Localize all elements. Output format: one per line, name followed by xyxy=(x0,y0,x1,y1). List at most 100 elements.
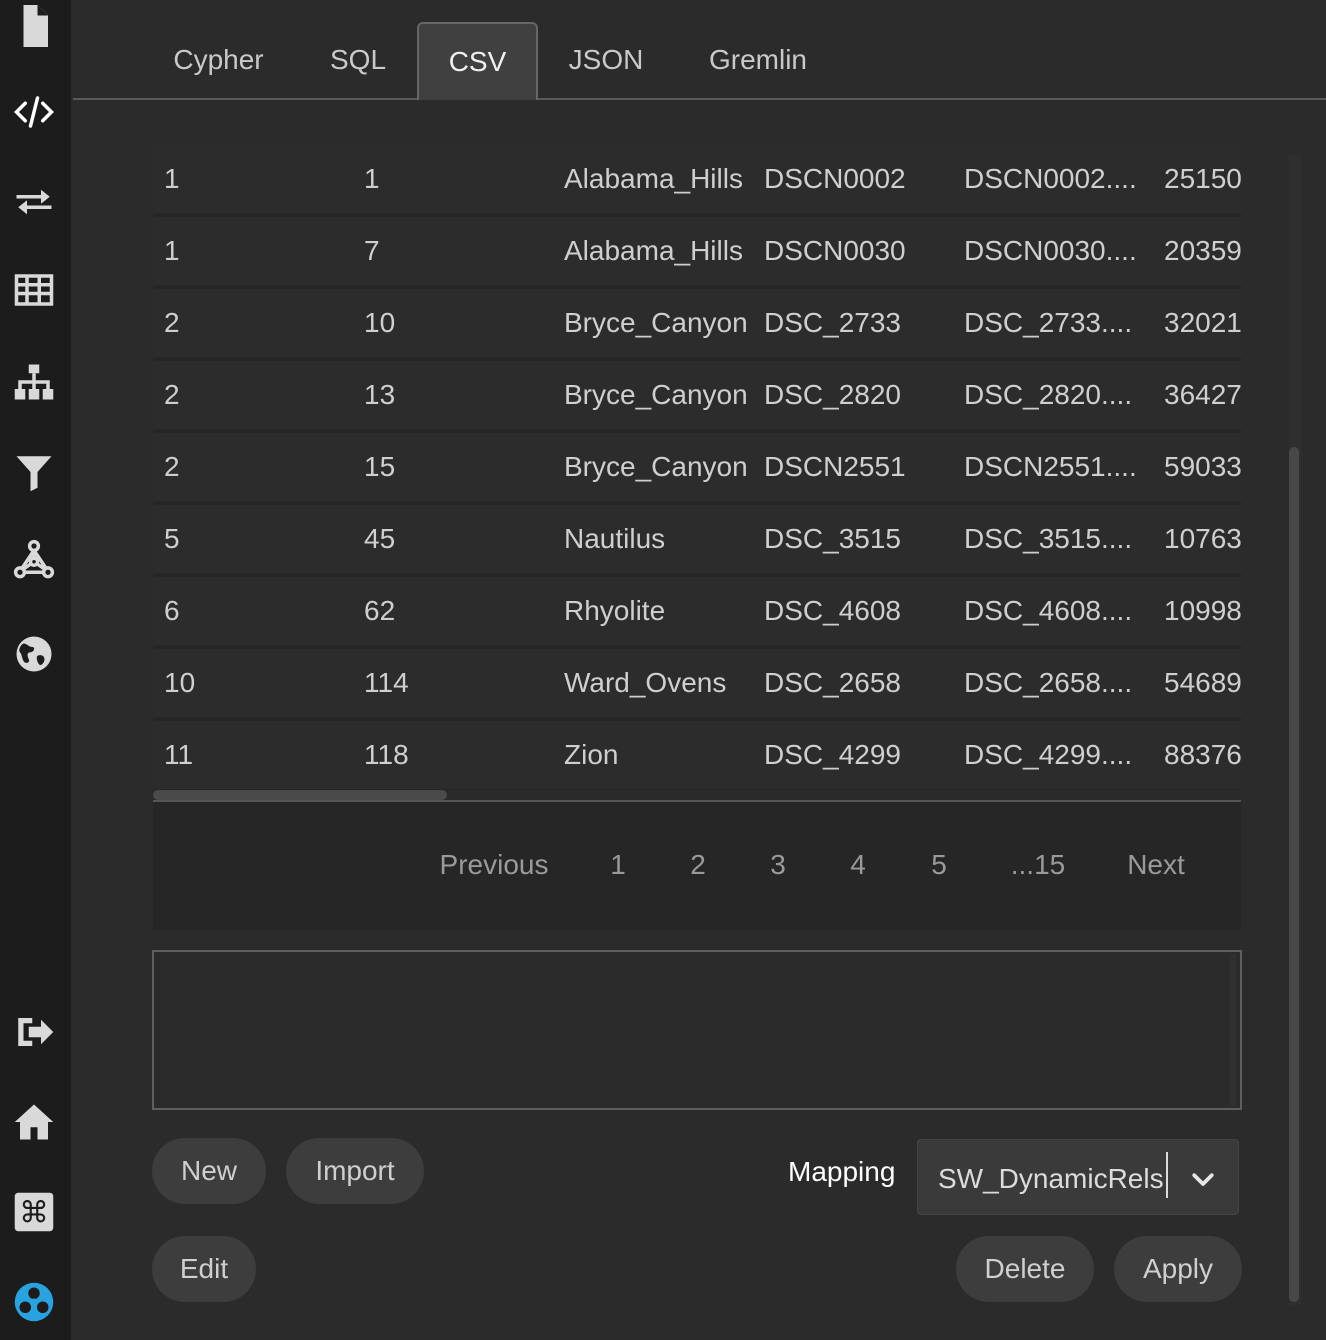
table-cell: 6 xyxy=(164,595,180,626)
command-key-icon[interactable]: ⌘ xyxy=(8,1186,60,1238)
table-cell: DSC_2733.... xyxy=(964,307,1133,338)
sign-out-icon[interactable] xyxy=(8,1006,60,1058)
grid-divider xyxy=(153,800,1241,802)
mapping-select-value: SW_DynamicRels xyxy=(938,1163,1164,1194)
table-row[interactable]: 6 62 Rhyolite DSC_4608 DSC_4608.... 10998 xyxy=(153,577,1241,649)
edit-button[interactable]: Edit xyxy=(152,1236,256,1302)
table-cell: DSC_3515 xyxy=(764,523,901,554)
table-cell: 88376 xyxy=(1164,739,1241,770)
table-cell: DSCN2551 xyxy=(764,451,906,482)
table-cell: 32021 xyxy=(1164,307,1241,338)
query-language-tabs: Cypher SQL CSV JSON Gremlin xyxy=(73,0,1326,100)
table-cell: 7 xyxy=(364,235,380,266)
table-cell: 5 xyxy=(164,523,180,554)
pagination-page[interactable]: 3 xyxy=(761,840,795,890)
home-icon[interactable] xyxy=(8,1096,60,1148)
table-cell: DSC_2658 xyxy=(764,667,901,698)
table-cell: 10 xyxy=(364,307,396,338)
tab-json[interactable]: JSON xyxy=(546,22,666,98)
table-row[interactable]: 1 7 Alabama_Hills DSCN0030 DSCN0030.... 20359 xyxy=(153,217,1241,289)
table-cell: DSC_2658.... xyxy=(964,667,1133,698)
pagination-page[interactable]: 5 xyxy=(922,840,956,890)
code-icon[interactable] xyxy=(8,86,60,138)
table-cell: Rhyolite xyxy=(564,595,666,626)
svg-text:⌘: ⌘ xyxy=(19,1196,49,1231)
table-cell: 45 xyxy=(364,523,396,554)
table-cell: 59033 xyxy=(1164,451,1241,482)
delete-button[interactable]: Delete xyxy=(956,1236,1094,1302)
results-grid-body: 1 1 Alabama_Hills DSCN0002 DSCN0002.... 25150… xyxy=(153,145,1241,801)
pagination-previous[interactable]: Previous xyxy=(433,840,555,890)
table-cell: Bryce_Canyon xyxy=(564,451,748,482)
table-cell: 2 xyxy=(164,379,180,410)
table-row[interactable]: 2 13 Bryce_Canyon DSC_2820 DSC_2820.... 36427 xyxy=(153,361,1241,433)
table-cell: 62 xyxy=(364,595,396,626)
table-cell: Ward_Ovens xyxy=(564,667,727,698)
chevron-down-icon[interactable] xyxy=(1188,1164,1218,1194)
table-cell: DSC_4608 xyxy=(764,595,901,626)
editor-scrollbar[interactable] xyxy=(1230,954,1236,1106)
table-cell: 1 xyxy=(164,163,180,194)
tab-sql[interactable]: SQL xyxy=(306,22,410,98)
table-cell: 54689 xyxy=(1164,667,1241,698)
table-cell: DSC_4608.... xyxy=(964,595,1133,626)
sidebar: ⌘ xyxy=(0,0,71,1340)
horizontal-scrollbar-thumb[interactable] xyxy=(153,790,447,800)
csv-editor[interactable] xyxy=(152,950,1242,1110)
table-cell: DSCN0030 xyxy=(764,235,906,266)
table-cell: DSC_3515.... xyxy=(964,523,1133,554)
table-cell: 118 xyxy=(364,739,409,770)
mapping-select[interactable]: SW_DynamicRels xyxy=(917,1139,1239,1215)
table-cell: 1 xyxy=(164,235,180,266)
table-cell: 13 xyxy=(364,379,396,410)
table-cell: Alabama_Hills xyxy=(564,235,743,266)
app-logo-icon[interactable] xyxy=(8,1276,60,1328)
results-grid: 1 1 Alabama_Hills DSCN0002 DSCN0002.... 25150… xyxy=(153,145,1241,930)
pagination-page[interactable]: 4 xyxy=(841,840,875,890)
table-cell: Bryce_Canyon xyxy=(564,307,748,338)
table-cell: DSC_2820 xyxy=(764,379,901,410)
graph-network-icon[interactable] xyxy=(8,534,60,586)
import-button[interactable]: Import xyxy=(286,1138,424,1204)
table-cell: 36427 xyxy=(1164,379,1241,410)
pagination-page[interactable]: ...15 xyxy=(1005,840,1071,890)
table-cell: DSCN2551.... xyxy=(964,451,1137,482)
table-cell: 20359 xyxy=(1164,235,1241,266)
table-icon[interactable] xyxy=(8,264,60,316)
table-cell: DSC_4299 xyxy=(764,739,901,770)
table-cell: DSC_2733 xyxy=(764,307,901,338)
table-cell: DSC_2820.... xyxy=(964,379,1133,410)
mapping-label: Mapping xyxy=(788,1156,896,1187)
table-row[interactable]: 5 45 Nautilus DSC_3515 DSC_3515.... 10763 xyxy=(153,505,1241,577)
new-button[interactable]: New xyxy=(152,1138,266,1204)
table-row[interactable]: 2 15 Bryce_Canyon DSCN2551 DSCN2551.... 59033 xyxy=(153,433,1241,505)
table-row[interactable]: 2 10 Bryce_Canyon DSC_2733 DSC_2733.... 32021 xyxy=(153,289,1241,361)
filter-icon[interactable] xyxy=(8,446,60,498)
tab-csv[interactable]: CSV xyxy=(417,22,538,100)
table-cell: 15 xyxy=(364,451,396,482)
table-cell: DSCN0002.... xyxy=(964,163,1137,194)
table-cell: 10998 xyxy=(1164,595,1241,626)
vertical-scrollbar[interactable] xyxy=(1289,155,1301,1305)
table-row[interactable]: 11 118 Zion DSC_4299 DSC_4299.... 88376 xyxy=(153,721,1241,793)
swap-arrows-icon[interactable] xyxy=(8,176,60,228)
vertical-scrollbar-thumb[interactable] xyxy=(1289,447,1299,1302)
select-separator xyxy=(1166,1152,1168,1198)
pagination-page[interactable]: 1 xyxy=(601,840,635,890)
table-cell: 114 xyxy=(364,667,409,698)
table-cell: Bryce_Canyon xyxy=(564,379,748,410)
table-cell: DSCN0030.... xyxy=(964,235,1137,266)
table-cell: Alabama_Hills xyxy=(564,163,743,194)
pagination-next[interactable]: Next xyxy=(1121,840,1191,890)
apply-button[interactable]: Apply xyxy=(1114,1236,1242,1302)
tab-gremlin[interactable]: Gremlin xyxy=(693,22,823,98)
table-row[interactable]: 1 1 Alabama_Hills DSCN0002 DSCN0002.... 25150 xyxy=(153,145,1241,217)
table-cell: 11 xyxy=(164,739,194,770)
table-row[interactable]: 10 114 Ward_Ovens DSC_2658 DSC_2658.... 54689 xyxy=(153,649,1241,721)
table-cell: 25150 xyxy=(1164,163,1241,194)
globe-icon[interactable] xyxy=(8,628,60,680)
pagination-page[interactable]: 2 xyxy=(681,840,715,890)
hierarchy-icon[interactable] xyxy=(8,356,60,408)
file-icon[interactable] xyxy=(8,0,60,52)
tab-cypher[interactable]: Cypher xyxy=(156,22,281,98)
